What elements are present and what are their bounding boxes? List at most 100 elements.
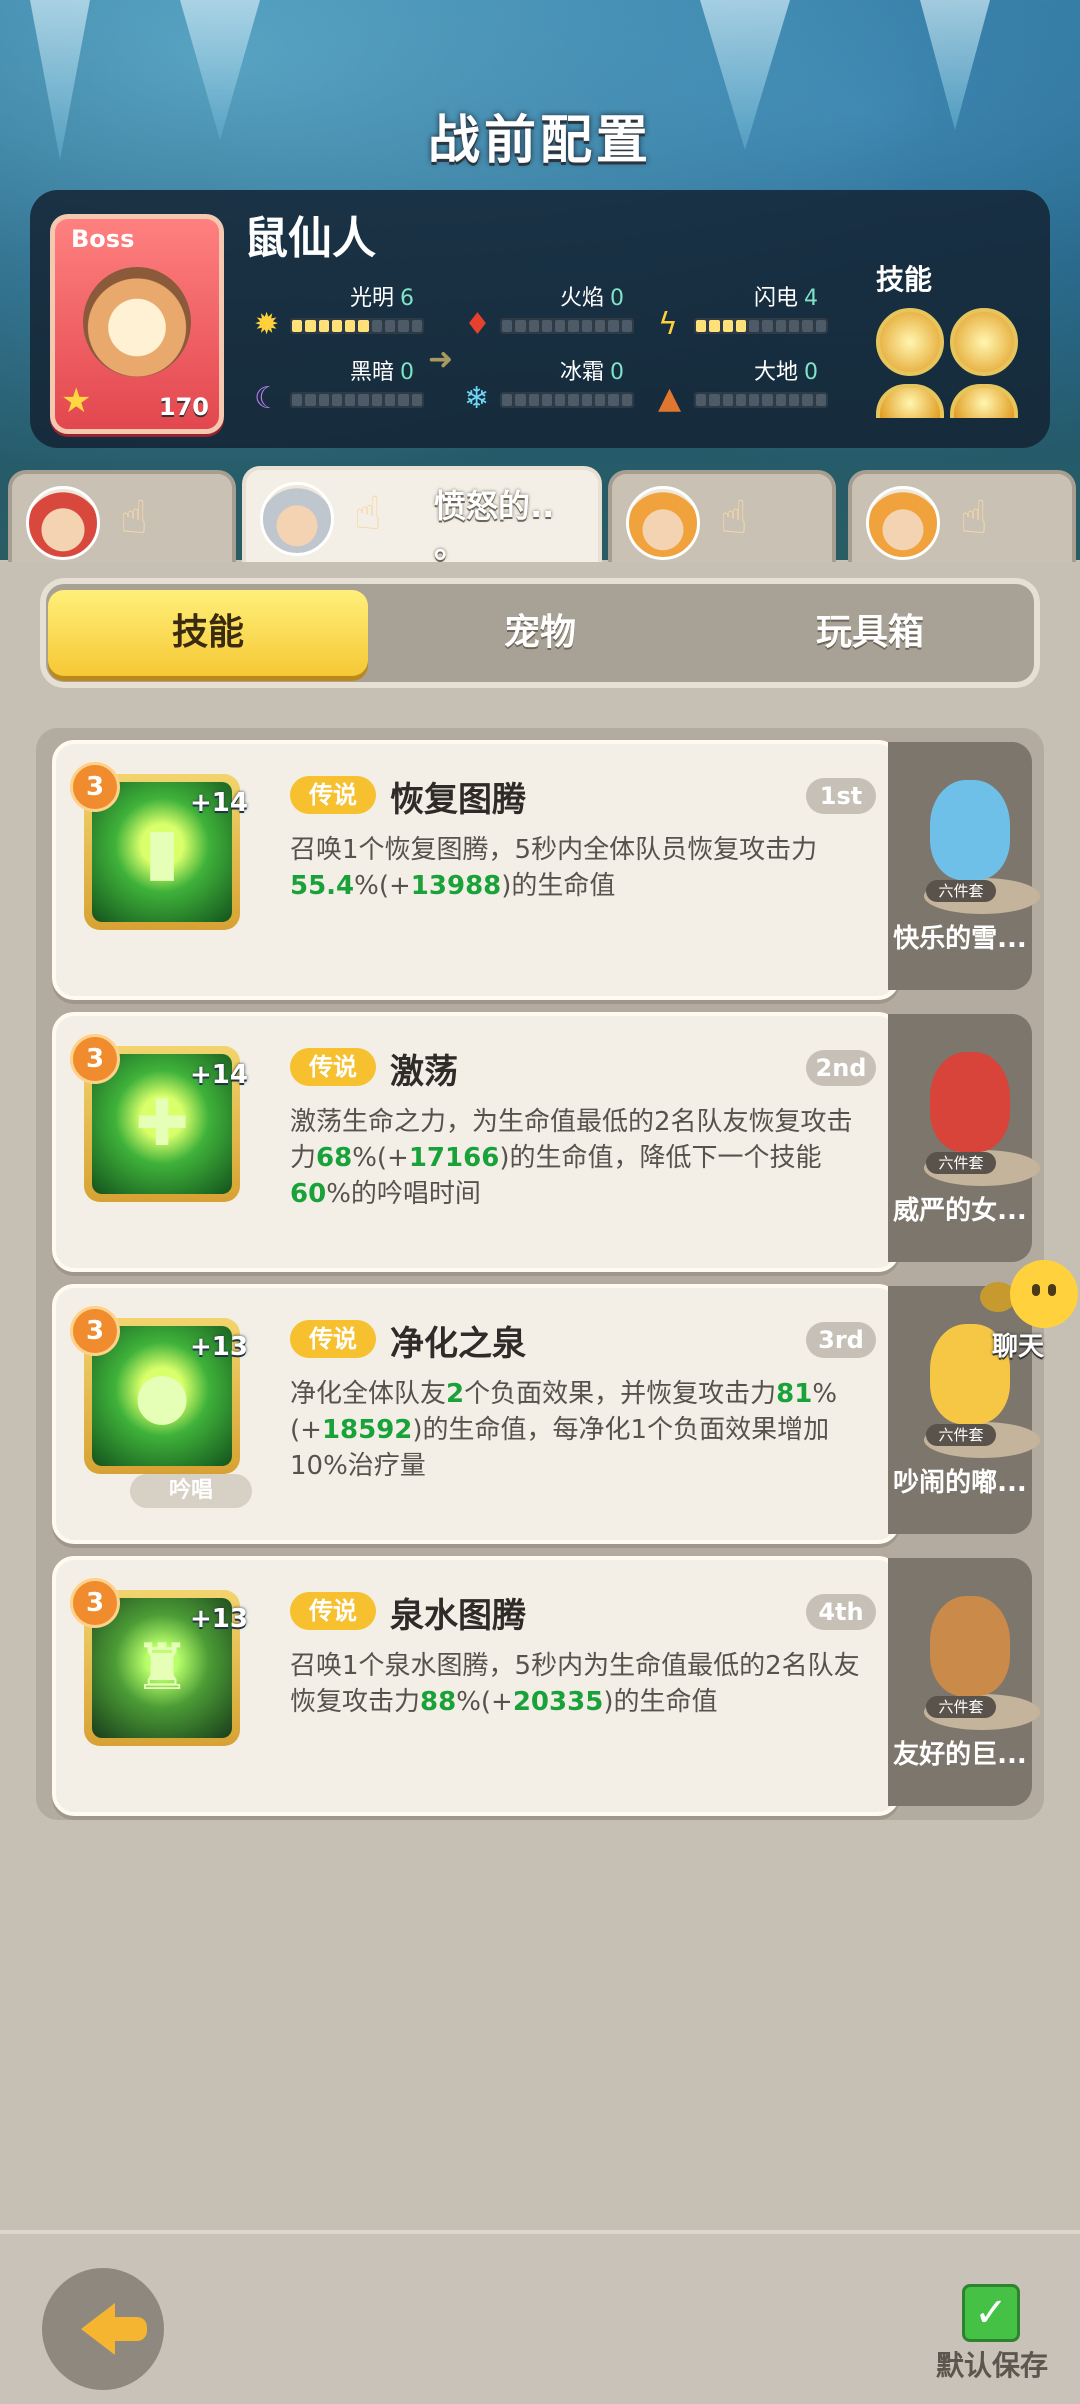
element-bar-segment bbox=[358, 320, 369, 332]
hero-tab-active[interactable]: ☝ 愤怒的..。 bbox=[242, 466, 602, 570]
element-dark: ☾ 黑暗 0 bbox=[254, 354, 444, 424]
element-bar-segment bbox=[371, 320, 383, 332]
sun-icon: ✹ bbox=[254, 307, 280, 342]
boss-card[interactable]: Boss ★ 170 bbox=[50, 214, 224, 434]
skill-name: 激荡 bbox=[390, 1052, 458, 1092]
set-tag: 六件套 bbox=[926, 1152, 996, 1174]
mountain-icon: ▲ bbox=[658, 381, 682, 416]
element-bar-segment bbox=[709, 394, 720, 406]
pet-card[interactable]: 六件套 快乐的雪... bbox=[888, 742, 1040, 990]
hero-avatar bbox=[260, 482, 334, 556]
page-title: 战前配置 bbox=[427, 111, 652, 171]
element-value: 6 bbox=[400, 286, 414, 311]
skill-card[interactable]: ♜ 3 +13 传说 泉水图腾 4th 召唤1个泉水图腾，5秒内为生命值最低的2… bbox=[52, 1556, 900, 1816]
element-bar-segment bbox=[528, 394, 539, 406]
element-bar-segment bbox=[411, 394, 422, 406]
element-bar-segment bbox=[815, 394, 826, 406]
element-bar-segment bbox=[318, 394, 329, 406]
element-bar-segment bbox=[722, 320, 733, 332]
pet-image bbox=[930, 1596, 1010, 1696]
element-label: 大地 bbox=[753, 360, 798, 385]
element-bar-segment bbox=[802, 320, 813, 332]
element-ice: ❄ 冰霜 0 bbox=[464, 354, 654, 424]
order-badge: 2nd bbox=[806, 1050, 876, 1086]
element-bar-segment bbox=[411, 320, 422, 332]
element-bar bbox=[500, 392, 634, 408]
arrow-left-icon bbox=[81, 2303, 147, 2355]
element-bar-segment bbox=[305, 394, 316, 406]
element-bar-segment bbox=[515, 320, 526, 332]
skill-card[interactable]: ✚ 3 +14 传说 激荡 2nd 激荡生命之力，为生命值最低的2名队友恢复攻击… bbox=[52, 1012, 900, 1272]
element-label: 闪电 bbox=[753, 286, 798, 311]
boss-skill-icon[interactable] bbox=[950, 308, 1018, 376]
element-bar-segment bbox=[555, 394, 566, 406]
boss-skills-label: 技能 bbox=[876, 263, 933, 296]
element-bar-segment bbox=[581, 320, 593, 332]
arrow-right-icon: ➜ bbox=[428, 342, 454, 377]
hero-tab[interactable]: ☝ bbox=[608, 470, 836, 566]
category-tab-bar: 技能 宠物 玩具箱 bbox=[40, 578, 1040, 688]
element-label: 冰霜 bbox=[559, 360, 604, 385]
element-bar-segment bbox=[735, 394, 747, 406]
element-bar bbox=[694, 318, 828, 334]
element-bar-segment bbox=[568, 320, 579, 332]
boss-skill-icon[interactable] bbox=[950, 384, 1018, 418]
element-bar-segment bbox=[345, 320, 356, 332]
pet-card[interactable]: 六件套 威严的女... bbox=[888, 1014, 1040, 1262]
skill-card[interactable]: ● 3 +13 吟唱 传说 净化之泉 3rd 净化全体队友2个负面效果，并恢复攻… bbox=[52, 1284, 900, 1544]
star-icon: ★ bbox=[61, 381, 92, 421]
element-bar bbox=[500, 318, 634, 334]
skill-rank: 3 bbox=[70, 762, 120, 812]
pet-card[interactable]: 六件套 友好的巨... bbox=[888, 1558, 1040, 1806]
element-bar-segment bbox=[502, 394, 513, 406]
element-value: 0 bbox=[400, 360, 414, 385]
legend-badge: 传说 bbox=[290, 776, 376, 814]
element-bar-segment bbox=[398, 320, 409, 332]
element-bar-segment bbox=[762, 394, 773, 406]
skill-rank: 3 bbox=[70, 1306, 120, 1356]
element-bar-segment bbox=[749, 320, 760, 332]
pointing-hand-icon: ☝ bbox=[354, 486, 383, 540]
skill-plus: +13 bbox=[190, 1332, 248, 1362]
hero-avatar bbox=[626, 486, 700, 560]
default-save-checkbox[interactable]: ✓ bbox=[962, 2284, 1020, 2342]
element-bar-segment bbox=[541, 394, 553, 406]
boss-skill-icon[interactable] bbox=[876, 384, 944, 418]
tab-toybox[interactable]: 玩具箱 bbox=[710, 590, 1030, 676]
back-button[interactable] bbox=[42, 2268, 164, 2390]
skill-plus: +14 bbox=[190, 1060, 248, 1090]
element-bar-segment bbox=[581, 394, 593, 406]
skill-list: ▮ 3 +14 传说 恢复图腾 1st 召唤1个恢复图腾，5秒内全体队员恢复攻击… bbox=[36, 728, 1044, 1820]
hero-tab[interactable]: ☝ bbox=[848, 470, 1076, 566]
skill-card[interactable]: ▮ 3 +14 传说 恢复图腾 1st 召唤1个恢复图腾，5秒内全体队员恢复攻击… bbox=[52, 740, 900, 1000]
order-badge: 4th bbox=[806, 1594, 876, 1630]
smiley-icon bbox=[1010, 1260, 1078, 1328]
set-tag: 六件套 bbox=[926, 1696, 996, 1718]
default-save-label: 默认保存 bbox=[936, 2349, 1049, 2382]
set-tag: 六件套 bbox=[926, 880, 996, 902]
boss-skill-icon[interactable] bbox=[876, 308, 944, 376]
element-bar-segment bbox=[385, 320, 396, 332]
element-bar-segment bbox=[749, 394, 760, 406]
tab-skills[interactable]: 技能 bbox=[48, 590, 368, 676]
element-bar-segment bbox=[608, 320, 619, 332]
skill-plus: +14 bbox=[190, 788, 248, 818]
skill-rank: 3 bbox=[70, 1034, 120, 1084]
element-bar-segment bbox=[292, 320, 303, 332]
element-bar-segment bbox=[722, 394, 733, 406]
tab-pets[interactable]: 宠物 bbox=[380, 590, 700, 676]
chat-button[interactable]: 聊天 bbox=[980, 1260, 1080, 1362]
skill-name: 泉水图腾 bbox=[390, 1596, 526, 1636]
element-bar-segment bbox=[696, 320, 707, 332]
hero-tab[interactable]: ☝ bbox=[8, 470, 236, 566]
element-bar-segment bbox=[762, 320, 773, 332]
legend-badge: 传说 bbox=[290, 1048, 376, 1086]
boss-panel: Boss ★ 170 鼠仙人 ✹ 光明 6 ♦ 火焰 0 ϟ 闪电 4 ☾ 黑暗 0 ❄… bbox=[30, 190, 1050, 448]
element-bar-segment bbox=[789, 394, 800, 406]
element-bar-segment bbox=[345, 394, 356, 406]
element-value: 0 bbox=[610, 360, 624, 385]
element-bar-segment bbox=[371, 394, 383, 406]
element-bar-segment bbox=[555, 320, 566, 332]
element-bar-segment bbox=[608, 394, 619, 406]
element-bar-segment bbox=[398, 394, 409, 406]
